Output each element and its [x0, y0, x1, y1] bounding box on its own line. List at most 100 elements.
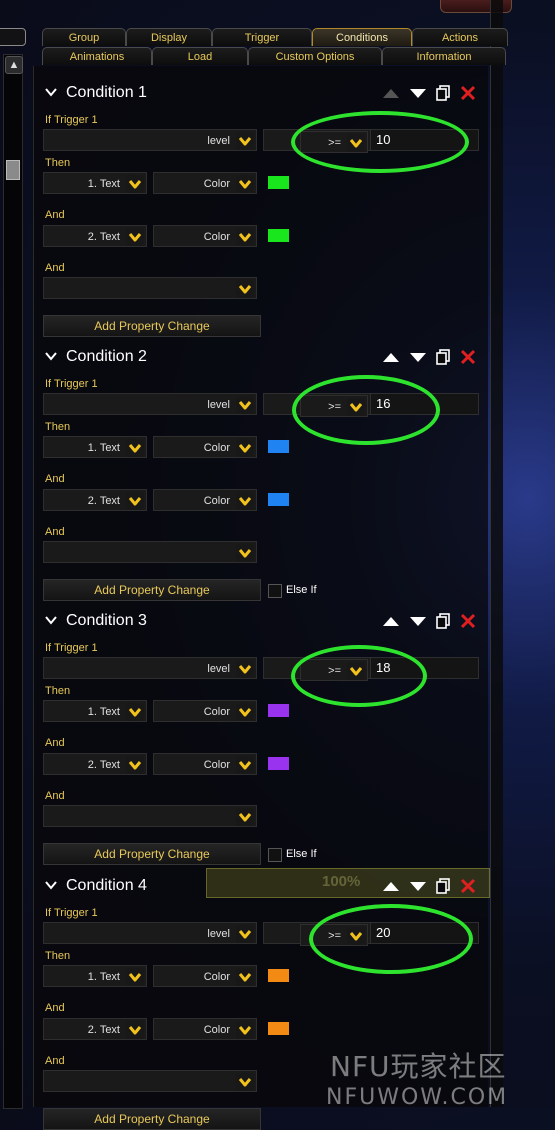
condition-value-input[interactable]: 18	[370, 657, 479, 679]
add-property-change-button[interactable]: Add Property Change	[43, 843, 261, 865]
collapse-chevron-icon[interactable]	[44, 85, 58, 99]
tab-display[interactable]: Display	[126, 28, 212, 46]
operator-dropdown[interactable]: >=	[300, 395, 368, 417]
chevron-down-icon[interactable]	[126, 492, 144, 510]
chevron-down-icon[interactable]	[126, 1021, 144, 1039]
condition-value-input[interactable]: 16	[370, 393, 479, 415]
chevron-down-icon[interactable]	[347, 662, 365, 680]
text-slot-dropdown[interactable]: 2. Text	[43, 489, 147, 511]
operator-dropdown[interactable]: >=	[300, 924, 368, 946]
collapse-chevron-icon[interactable]	[44, 878, 58, 892]
move-down-icon[interactable]	[409, 877, 427, 895]
move-up-icon[interactable]	[382, 348, 400, 366]
else-if-checkbox[interactable]	[268, 584, 282, 598]
text-slot-dropdown[interactable]: 1. Text	[43, 172, 147, 194]
delete-icon[interactable]	[459, 348, 477, 366]
chevron-down-icon[interactable]	[236, 280, 254, 298]
property-dropdown[interactable]: Color	[153, 700, 257, 722]
text-slot-dropdown[interactable]: 1. Text	[43, 436, 147, 458]
tab-animations[interactable]: Animations	[42, 47, 152, 65]
property-dropdown[interactable]: Color	[153, 225, 257, 247]
chevron-down-icon[interactable]	[126, 968, 144, 986]
tab-custom-options[interactable]: Custom Options	[248, 47, 382, 65]
chevron-down-icon[interactable]	[236, 1073, 254, 1091]
chevron-down-icon[interactable]	[236, 968, 254, 986]
add-property-change-button[interactable]: Add Property Change	[43, 579, 261, 601]
chevron-down-icon[interactable]	[236, 492, 254, 510]
empty-property-dropdown[interactable]	[43, 541, 257, 563]
collapse-chevron-icon[interactable]	[44, 613, 58, 627]
chevron-down-icon[interactable]	[236, 756, 254, 774]
chevron-down-icon[interactable]	[236, 439, 254, 457]
chevron-down-icon[interactable]	[126, 228, 144, 246]
duplicate-icon[interactable]	[434, 84, 452, 102]
duplicate-icon[interactable]	[434, 612, 452, 630]
chevron-down-icon[interactable]	[126, 175, 144, 193]
property-dropdown[interactable]: Color	[153, 1018, 257, 1040]
chevron-down-icon[interactable]	[347, 134, 365, 152]
tab-actions[interactable]: Actions	[412, 28, 508, 46]
chevron-down-icon[interactable]	[126, 703, 144, 721]
move-up-icon[interactable]	[382, 612, 400, 630]
tab-trigger[interactable]: Trigger	[212, 28, 312, 46]
condition-value-input[interactable]: 10	[370, 129, 479, 151]
property-dropdown[interactable]: Color	[153, 172, 257, 194]
condition-property-dropdown[interactable]: level	[43, 129, 257, 151]
text-slot-dropdown[interactable]: 2. Text	[43, 225, 147, 247]
chevron-down-icon[interactable]	[236, 1021, 254, 1039]
move-down-icon[interactable]	[409, 612, 427, 630]
empty-property-dropdown[interactable]	[43, 805, 257, 827]
tab-group[interactable]: Group	[42, 28, 126, 46]
tab-conditions[interactable]: Conditions	[312, 28, 412, 46]
chevron-down-icon[interactable]	[126, 439, 144, 457]
property-dropdown[interactable]: Color	[153, 965, 257, 987]
text-slot-dropdown[interactable]: 2. Text	[43, 753, 147, 775]
chevron-down-icon[interactable]	[347, 927, 365, 945]
color-swatch[interactable]	[268, 1022, 289, 1035]
chevron-down-icon[interactable]	[236, 228, 254, 246]
color-swatch[interactable]	[268, 229, 289, 242]
color-swatch[interactable]	[268, 704, 289, 717]
chevron-down-icon[interactable]	[236, 703, 254, 721]
chevron-down-icon[interactable]	[236, 544, 254, 562]
chevron-down-icon[interactable]	[236, 660, 254, 678]
property-dropdown[interactable]: Color	[153, 489, 257, 511]
delete-icon[interactable]	[459, 877, 477, 895]
move-up-icon[interactable]	[382, 877, 400, 895]
color-swatch[interactable]	[268, 493, 289, 506]
tab-information[interactable]: Information	[382, 47, 506, 65]
chevron-down-icon[interactable]	[347, 398, 365, 416]
add-property-change-button[interactable]: Add Property Change	[43, 1108, 261, 1130]
else-if-checkbox[interactable]	[268, 848, 282, 862]
operator-dropdown[interactable]: >=	[300, 659, 368, 681]
chevron-down-icon[interactable]	[126, 756, 144, 774]
scroll-up-button[interactable]: ▲	[5, 56, 23, 74]
condition-property-dropdown[interactable]: level	[43, 657, 257, 679]
chevron-down-icon[interactable]	[236, 175, 254, 193]
text-slot-dropdown[interactable]: 2. Text	[43, 1018, 147, 1040]
color-swatch[interactable]	[268, 757, 289, 770]
chevron-down-icon[interactable]	[236, 396, 254, 414]
duplicate-icon[interactable]	[434, 877, 452, 895]
condition-property-dropdown[interactable]: level	[43, 393, 257, 415]
panel-scrollbar[interactable]	[490, 0, 503, 1107]
property-dropdown[interactable]: Color	[153, 753, 257, 775]
text-slot-dropdown[interactable]: 1. Text	[43, 700, 147, 722]
left-scrollbar-thumb[interactable]	[6, 160, 20, 180]
chevron-down-icon[interactable]	[236, 925, 254, 943]
search-field[interactable]	[0, 28, 26, 46]
move-down-icon[interactable]	[409, 84, 427, 102]
operator-dropdown[interactable]: >=	[300, 131, 368, 153]
empty-property-dropdown[interactable]	[43, 1070, 257, 1092]
color-swatch[interactable]	[268, 440, 289, 453]
tab-load[interactable]: Load	[152, 47, 248, 65]
left-scrollbar-track[interactable]	[3, 54, 23, 1109]
delete-icon[interactable]	[459, 612, 477, 630]
delete-icon[interactable]	[459, 84, 477, 102]
condition-property-dropdown[interactable]: level	[43, 922, 257, 944]
condition-value-input[interactable]: 20	[370, 922, 479, 944]
color-swatch[interactable]	[268, 969, 289, 982]
chevron-down-icon[interactable]	[236, 132, 254, 150]
empty-property-dropdown[interactable]	[43, 277, 257, 299]
text-slot-dropdown[interactable]: 1. Text	[43, 965, 147, 987]
